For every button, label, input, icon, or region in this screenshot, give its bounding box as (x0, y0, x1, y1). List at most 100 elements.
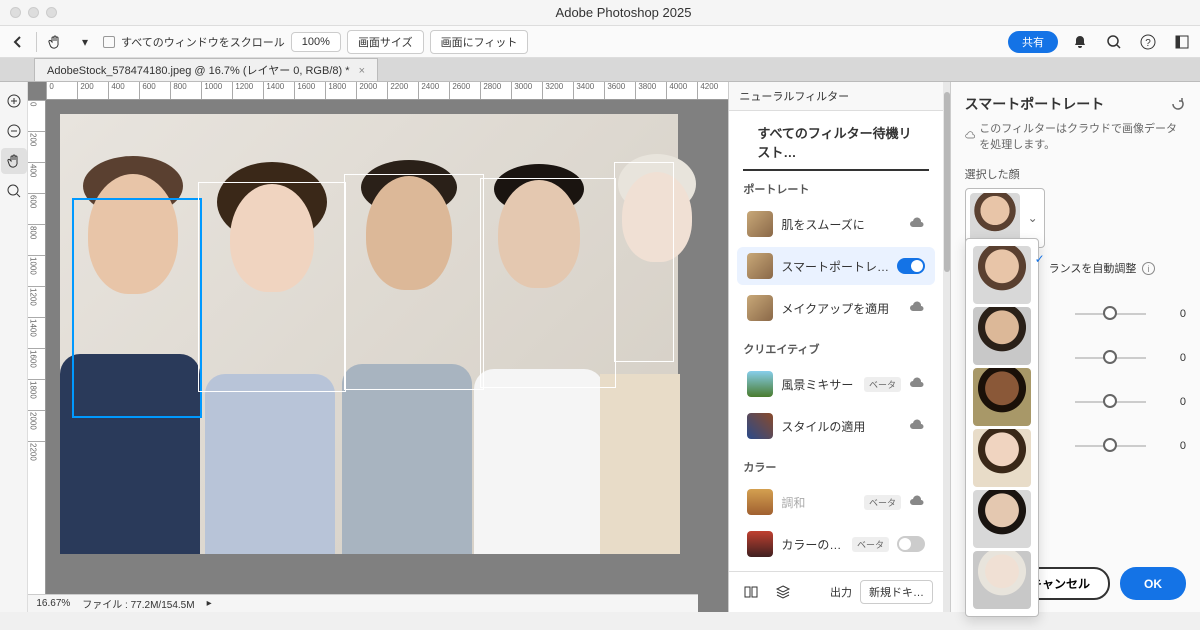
slider-thumb[interactable] (1103, 438, 1117, 452)
filter-landscape-mixer[interactable]: 風景ミキサー ベータ (737, 365, 935, 403)
fit-screen-button[interactable]: 画面にフィット (430, 30, 529, 54)
selected-face-box[interactable] (72, 198, 202, 418)
output-label: 出力 (830, 584, 852, 600)
slider-thumb[interactable] (1103, 306, 1117, 320)
face-option[interactable] (973, 551, 1031, 609)
section-portrait: ポートレート (729, 171, 943, 201)
layers-icon[interactable] (771, 580, 795, 604)
svg-text:i: i (1148, 264, 1150, 274)
output-dropdown[interactable]: 新規ドキ… (860, 580, 933, 604)
workspace-icon[interactable] (1170, 30, 1194, 54)
reset-icon[interactable] (1170, 96, 1186, 112)
canvas[interactable] (46, 100, 728, 612)
hand-tool-icon[interactable] (43, 30, 67, 54)
filter-toggle[interactable] (897, 536, 925, 552)
filter-skin-smoothing[interactable]: 肌をスムーズに (737, 205, 935, 243)
filter-thumb-icon (747, 371, 773, 397)
slider[interactable] (1075, 401, 1146, 403)
zoom-tool[interactable] (1, 178, 27, 204)
filter-color-transfer[interactable]: カラーの適用 ベータ (737, 525, 935, 563)
canvas-size-button[interactable]: 画面サイズ (347, 30, 424, 54)
cloud-icon (909, 300, 925, 316)
tool-strip (0, 82, 28, 612)
detected-face-box[interactable] (614, 162, 674, 362)
filter-makeup[interactable]: メイクアップを適用 (737, 289, 935, 327)
cloud-icon (909, 418, 925, 434)
help-icon[interactable]: ? (1136, 30, 1160, 54)
neural-filter-footer: 出力 新規ドキ… (729, 571, 943, 612)
neural-filter-panel: ニューラルフィルター すべてのフィルター待機リスト… ポートレート 肌をスムーズ… (728, 82, 943, 612)
filter-list-header[interactable]: すべてのフィルター待機リスト… (743, 111, 929, 171)
filter-thumb-icon (747, 413, 773, 439)
cloud-icon (965, 129, 976, 143)
slider[interactable] (1075, 357, 1146, 359)
zoom-in-tool[interactable] (1, 88, 27, 114)
ruler-vertical: 0200400600800100012001400160018002000220… (28, 100, 46, 612)
slider[interactable] (1075, 445, 1146, 447)
bell-icon[interactable] (1068, 30, 1092, 54)
document-tab[interactable]: AdobeStock_578474180.jpeg @ 16.7% (レイヤー … (34, 58, 378, 81)
close-tab-icon[interactable]: × (359, 65, 365, 77)
neural-filter-tab[interactable]: ニューラルフィルター (729, 82, 943, 111)
ok-button[interactable]: OK (1120, 567, 1186, 600)
titlebar: Adobe Photoshop 2025 (0, 0, 1200, 26)
share-button[interactable]: 共有 (1008, 31, 1058, 53)
smart-portrait-panel: スマートポートレート このフィルターはクラウドで画像データを処理します。 選択し… (950, 82, 1200, 612)
slider-thumb[interactable] (1103, 350, 1117, 364)
search-icon[interactable] (1102, 30, 1126, 54)
file-size-value: 77.2M/154.5M (131, 600, 195, 611)
window-controls[interactable] (10, 7, 57, 18)
face-option[interactable]: ✓ (973, 246, 1031, 304)
zoom-out-tool[interactable] (1, 118, 27, 144)
compare-icon[interactable] (739, 580, 763, 604)
detected-face-box[interactable] (344, 174, 484, 390)
face-option[interactable] (973, 307, 1031, 365)
ruler-horizontal: 0200400600800100012001400160018002000220… (46, 82, 728, 100)
filter-thumb-icon (747, 489, 773, 515)
scrollbar-vertical[interactable] (943, 82, 950, 612)
slider-thumb[interactable] (1103, 394, 1117, 408)
options-bar: ▾ すべてのウィンドウをスクロール 100% 画面サイズ 画面にフィット 共有 … (0, 26, 1200, 58)
scroll-all-checkbox[interactable] (103, 36, 115, 48)
slider-value: 0 (1156, 440, 1186, 452)
zoom-level[interactable]: 16.67% (36, 598, 70, 609)
filter-thumb-icon (747, 211, 773, 237)
info-icon[interactable]: i (1142, 262, 1155, 275)
hand-tool[interactable] (1, 148, 27, 174)
auto-balance-label: ランスを自動調整 (1049, 260, 1137, 276)
face-option[interactable] (973, 490, 1031, 548)
close-window-icon[interactable] (10, 7, 21, 18)
beta-badge: ベータ (852, 537, 889, 552)
slider-value: 0 (1156, 308, 1186, 320)
selected-face-thumb (970, 193, 1020, 243)
cloud-icon (909, 494, 925, 510)
filter-style-transfer[interactable]: スタイルの適用 (737, 407, 935, 445)
filter-toggle[interactable] (897, 258, 925, 274)
filter-smart-portrait[interactable]: スマートポートレ… (737, 247, 935, 285)
chevron-down-icon: ⌄ (1028, 211, 1038, 225)
face-dropdown: ✓ (965, 238, 1039, 617)
app-title: Adobe Photoshop 2025 (57, 5, 1190, 20)
status-chevron-icon[interactable]: ▸ (207, 598, 212, 609)
dropdown-icon[interactable]: ▾ (73, 30, 97, 54)
slider-row: 0 (1075, 352, 1186, 364)
cloud-icon (909, 216, 925, 232)
slider[interactable] (1075, 313, 1146, 315)
back-button[interactable] (6, 30, 30, 54)
maximize-window-icon[interactable] (46, 7, 57, 18)
file-size-label: ファイル : (82, 600, 128, 611)
check-icon: ✓ (1035, 252, 1045, 266)
detected-face-box[interactable] (198, 182, 346, 392)
face-option[interactable] (973, 368, 1031, 426)
face-option[interactable] (973, 429, 1031, 487)
slider-row: 0 (1075, 396, 1186, 408)
beta-badge: ベータ (864, 377, 901, 392)
panel-title: スマートポートレート (965, 94, 1105, 114)
minimize-window-icon[interactable] (28, 7, 39, 18)
filter-harmonize[interactable]: 調和 ベータ (737, 483, 935, 521)
section-color: カラー (729, 449, 943, 479)
detected-face-box[interactable] (480, 178, 616, 388)
filter-thumb-icon (747, 531, 773, 557)
scroll-all-label: すべてのウィンドウをスクロール (121, 34, 285, 50)
zoom-100-button[interactable]: 100% (291, 32, 341, 52)
